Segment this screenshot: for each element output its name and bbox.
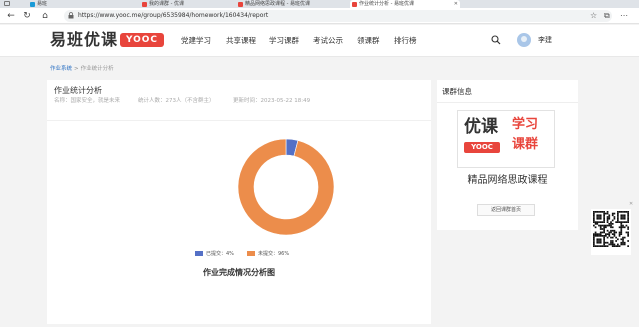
- main-panel: 作业统计分析 名称：国家安全，就是未来 统计人数：273人（不含群主） 更新时间…: [47, 80, 431, 324]
- tab-close-icon[interactable]: ✕: [454, 0, 458, 8]
- nav-party-learning[interactable]: 党建学习: [181, 36, 211, 46]
- tab-favicon-icon: [352, 2, 357, 7]
- homework-name: 名称：国家安全，就是未来: [54, 98, 121, 104]
- address-bar-row: ← ↻ ⌂ https://www.yooc.me/group/6535984/…: [0, 8, 639, 24]
- refresh-icon[interactable]: ↻: [22, 11, 32, 21]
- cover-text-line1: 学习: [512, 117, 539, 132]
- legend-swatch: [247, 251, 255, 256]
- nav-claim-group[interactable]: 领课群: [357, 36, 380, 46]
- tab-favicon-icon: [30, 2, 35, 7]
- back-icon[interactable]: ←: [6, 11, 16, 21]
- cover-logo-text: 优课: [464, 117, 498, 137]
- divider: [437, 102, 578, 103]
- collections-icon[interactable]: ⧉: [604, 11, 610, 21]
- window-icon[interactable]: [4, 1, 10, 6]
- avatar[interactable]: [517, 33, 531, 47]
- group-cover-image[interactable]: 优课 YOOC 学习 课群: [457, 110, 555, 168]
- browser-tab-active[interactable]: 作业统计分析 - 易班优课 ✕: [350, 0, 460, 8]
- logo-badge: YOOC: [120, 33, 164, 47]
- update-time: 更新时间：2023-05-22 18:49: [233, 98, 311, 104]
- logo-text: 易班优课: [50, 30, 119, 49]
- nav-shared-courses[interactable]: 共享课程: [226, 36, 256, 46]
- url-text: https://www.yooc.me/group/6535984/homewo…: [78, 12, 269, 19]
- browser-tab[interactable]: 易班: [28, 0, 88, 8]
- breadcrumb: 作业系统 > 作业统计分析: [50, 66, 114, 73]
- tab-title: 精品网络思政课程 - 易班优课: [245, 1, 310, 7]
- stat-count: 统计人数：273人（不含群主）: [138, 98, 215, 104]
- site-header: 易班优课 YOOC 党建学习 共享课程 学习课群 考试公示 领课群 排行榜 李建: [0, 25, 639, 57]
- pie-slice-未提交[interactable]: [237, 138, 335, 236]
- legend-item-unsubmitted[interactable]: 未提交：96%: [247, 250, 289, 258]
- tab-title: 我的课群 - 优课: [149, 1, 184, 7]
- close-icon[interactable]: ✕: [629, 201, 633, 207]
- nav-study-groups[interactable]: 学习课群: [269, 36, 299, 46]
- lock-icon: [68, 12, 74, 19]
- tab-favicon-icon: [238, 2, 243, 7]
- group-info-panel: 课群信息 优课 YOOC 学习 课群 精品网络思政课程 返回课群首页: [437, 80, 578, 230]
- tab-title: 易班: [37, 1, 48, 7]
- favorite-icon[interactable]: ☆: [590, 11, 597, 21]
- tab-title: 作业统计分析 - 易班优课: [359, 1, 414, 7]
- legend-label: 已提交：4%: [206, 251, 234, 257]
- legend-label: 未提交：96%: [258, 251, 290, 257]
- qr-code-icon: [593, 211, 629, 247]
- home-icon[interactable]: ⌂: [40, 11, 50, 21]
- legend-item-submitted[interactable]: 已提交：4%: [195, 250, 234, 258]
- side-title: 课群信息: [442, 87, 472, 96]
- page-title: 作业统计分析: [54, 86, 102, 95]
- back-to-group-button[interactable]: 返回课群首页: [477, 204, 535, 216]
- chart-title: 作业完成情况分析图: [203, 268, 275, 277]
- browser-tab-strip: 易班 我的课群 - 优课 精品网络思政课程 - 易班优课 作业统计分析 - 易班…: [0, 0, 639, 8]
- cover-logo-badge: YOOC: [464, 142, 500, 153]
- breadcrumb-current: 作业统计分析: [80, 66, 114, 72]
- cover-text-line2: 课群: [512, 137, 539, 152]
- legend-swatch: [195, 251, 203, 256]
- nav-exam-notices[interactable]: 考试公示: [313, 36, 343, 46]
- settings-icon[interactable]: ⋯: [620, 11, 628, 21]
- browser-tab[interactable]: 我的课群 - 优课: [140, 0, 220, 8]
- breadcrumb-separator: >: [74, 66, 79, 72]
- browser-tab[interactable]: 精品网络思政课程 - 易班优课: [236, 0, 336, 8]
- nav-leaderboard[interactable]: 排行榜: [394, 36, 417, 46]
- username[interactable]: 李建: [538, 36, 552, 45]
- donut-chart: [237, 138, 335, 236]
- tab-favicon-icon: [142, 2, 147, 7]
- course-name: 精品网络思政课程: [467, 175, 548, 186]
- search-icon[interactable]: [491, 35, 501, 45]
- breadcrumb-link[interactable]: 作业系统: [50, 66, 72, 72]
- qr-code: [591, 209, 631, 255]
- url-field[interactable]: https://www.yooc.me/group/6535984/homewo…: [64, 10, 612, 22]
